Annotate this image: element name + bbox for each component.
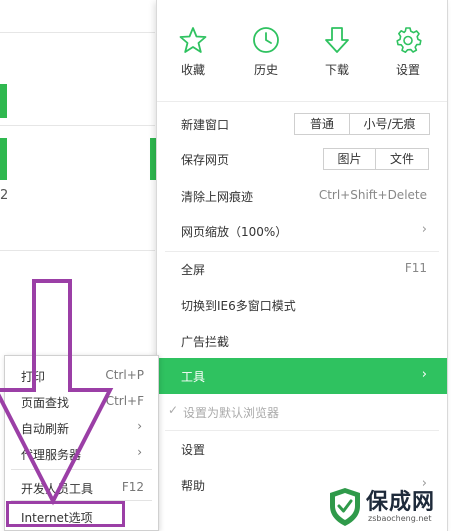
watermark-url: zsbaocheng.net: [368, 514, 432, 523]
clear-traces-shortcut: Ctrl+Shift+Delete: [318, 188, 427, 202]
default-browser-label: 设置为默认浏览器: [183, 406, 280, 420]
chevron-right-icon: ›: [421, 222, 427, 237]
settings-quick-button[interactable]: 设置: [378, 26, 438, 78]
save-page-options: 图片 文件: [323, 148, 429, 170]
chevron-right-icon: ›: [421, 367, 427, 382]
clear-traces-label: 清除上网痕迹: [181, 190, 254, 204]
browser-main-menu: 收藏 历史 下载 设置 新建窗口 普通 小号/无痕 保存网页 图片 文件 清除上…: [156, 0, 448, 531]
download-arrow-icon: [325, 27, 349, 53]
new-window-row: 新建窗口 普通 小号/无痕: [157, 106, 447, 142]
background-partial-text: 2: [0, 188, 9, 203]
star-icon: [179, 27, 207, 53]
save-page-row: 保存网页 图片 文件: [157, 141, 447, 177]
background-divider: [0, 250, 155, 251]
checkmark-icon: ✓: [168, 403, 179, 417]
fullscreen-shortcut: F11: [404, 261, 427, 275]
fullscreen-item[interactable]: 全屏 F11: [157, 251, 447, 287]
auto-refresh-item[interactable]: 自动刷新 ›: [5, 414, 158, 440]
settings-label: 设置: [181, 443, 206, 457]
tools-label: 工具: [181, 370, 206, 384]
submenu-divider: [11, 469, 152, 470]
new-window-normal-button[interactable]: 普通: [295, 114, 349, 134]
watermark-logo: 保成网 zsbaocheng.net: [328, 484, 451, 531]
print-item[interactable]: 打印 Ctrl+P: [5, 362, 158, 388]
favorites-button[interactable]: 收藏: [163, 26, 223, 78]
chevron-right-icon: ›: [137, 445, 142, 459]
ie6-mode-item[interactable]: 切换到IE6多窗口模式: [157, 287, 447, 323]
annotation-highlight-box: [6, 501, 125, 527]
developer-tools-shortcut: F12: [121, 480, 144, 494]
save-as-image-button[interactable]: 图片: [324, 149, 375, 169]
zoom-item[interactable]: 网页缩放（100%） ›: [157, 213, 447, 249]
settings-quick-label: 设置: [395, 63, 420, 77]
ad-block-item[interactable]: 广告拦截: [157, 323, 447, 359]
history-button[interactable]: 历史: [236, 26, 296, 78]
downloads-button[interactable]: 下载: [307, 26, 367, 78]
quick-actions-bar: 收藏 历史 下载 设置: [157, 0, 447, 102]
proxy-server-label: 代理服务器: [21, 448, 82, 462]
chevron-right-icon: ›: [137, 419, 142, 433]
shield-icon: [330, 488, 360, 526]
new-window-label: 新建窗口: [181, 118, 230, 132]
background-divider: [0, 125, 155, 126]
auto-refresh-label: 自动刷新: [21, 422, 70, 436]
gear-icon: [396, 27, 422, 53]
watermark-title: 保成网: [366, 490, 436, 515]
favorites-label: 收藏: [180, 63, 205, 77]
save-as-file-button[interactable]: 文件: [375, 149, 428, 169]
history-label: 历史: [253, 63, 278, 77]
background-green-bar: [0, 84, 7, 118]
print-label: 打印: [21, 370, 46, 384]
print-shortcut: Ctrl+P: [105, 368, 144, 382]
downloads-label: 下载: [324, 63, 349, 77]
ad-block-label: 广告拦截: [181, 335, 230, 349]
find-in-page-label: 页面查找: [21, 396, 70, 410]
zoom-label: 网页缩放（100%）: [181, 225, 288, 239]
ie6-mode-label: 切换到IE6多窗口模式: [181, 299, 296, 313]
find-in-page-shortcut: Ctrl+F: [105, 394, 144, 408]
background-divider: [0, 32, 155, 33]
developer-tools-item[interactable]: 开发人员工具 F12: [5, 474, 158, 500]
fullscreen-label: 全屏: [181, 263, 206, 277]
developer-tools-label: 开发人员工具: [21, 482, 94, 496]
new-window-incognito-button[interactable]: 小号/无痕: [349, 114, 429, 134]
default-browser-item: ✓ 设置为默认浏览器: [157, 394, 447, 430]
tools-item[interactable]: 工具 ›: [157, 358, 447, 394]
settings-item[interactable]: 设置: [157, 431, 447, 467]
background-green-bar: [0, 138, 7, 180]
new-window-options: 普通 小号/无痕: [294, 113, 430, 135]
find-in-page-item[interactable]: 页面查找 Ctrl+F: [5, 388, 158, 414]
save-page-label: 保存网页: [181, 153, 230, 167]
clock-icon: [253, 27, 279, 53]
proxy-server-item[interactable]: 代理服务器 ›: [5, 440, 158, 466]
help-label: 帮助: [181, 479, 206, 493]
clear-traces-item[interactable]: 清除上网痕迹 Ctrl+Shift+Delete: [157, 178, 447, 214]
